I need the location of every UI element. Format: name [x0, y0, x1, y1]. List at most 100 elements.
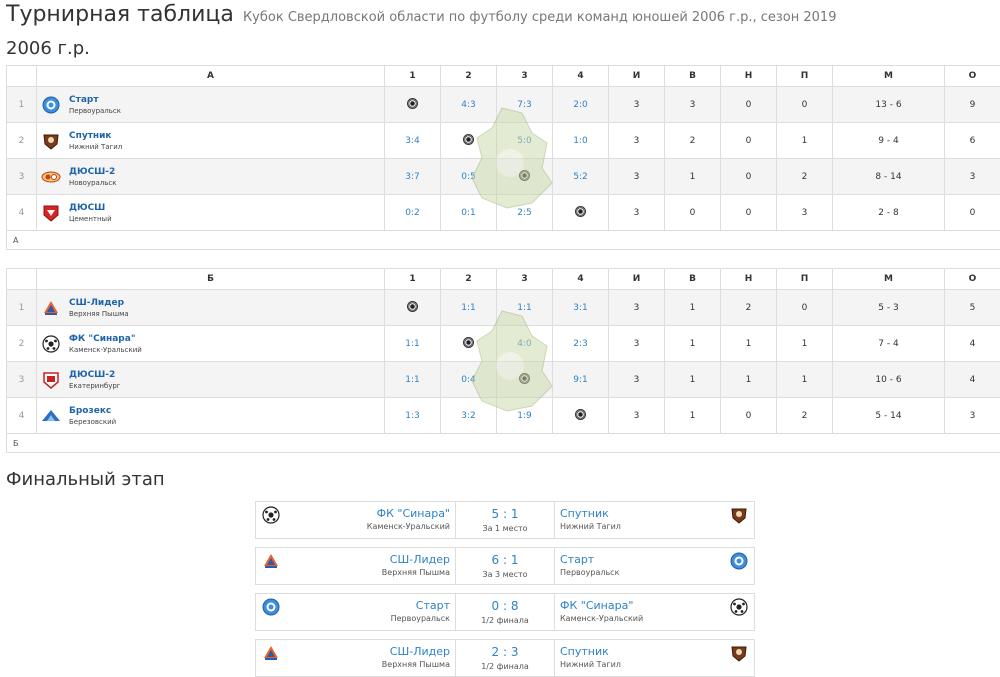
match-result-link[interactable]: 3:2 [441, 398, 497, 434]
home-team-link[interactable]: Старт [416, 599, 450, 612]
match-result-link[interactable]: 0:1 [441, 195, 497, 231]
match-result-link[interactable]: 3:1 [553, 290, 609, 326]
match-result-link[interactable]: 1:0 [553, 123, 609, 159]
match-result-link[interactable]: 2:5 [497, 195, 553, 231]
soccer-ball-icon [575, 409, 586, 420]
team-name-link[interactable]: Брозекс [69, 405, 116, 417]
self-match-cell [441, 326, 497, 362]
match-result-link[interactable]: 0:2 [385, 195, 441, 231]
page-title: Турнирная таблица [6, 2, 234, 27]
points: 0 [945, 195, 1000, 231]
games-played: 3 [609, 398, 665, 434]
soccer-ball-icon [575, 206, 586, 217]
match-result-link[interactable]: 0:5 [441, 159, 497, 195]
match-result-link[interactable]: 2:0 [553, 87, 609, 123]
draws: 0 [721, 123, 777, 159]
column-header-8: М [833, 269, 945, 290]
match-score-link[interactable]: 5 : 1 [456, 507, 554, 521]
final-match-row[interactable]: СШ-ЛидерВерхняя Пышма2 : 31/2 финалаСпут… [255, 639, 755, 677]
team-name-link[interactable]: ДЮСШ-2 [69, 369, 120, 381]
home-team-link[interactable]: ФК "Синара" [377, 507, 450, 520]
final-match-row[interactable]: СтартПервоуральск0 : 81/2 финалаФК "Сина… [255, 593, 755, 631]
match-result-link[interactable]: 5:0 [497, 123, 553, 159]
divider [554, 548, 555, 584]
home-team-link[interactable]: СШ-Лидер [390, 645, 450, 658]
away-team-link[interactable]: Спутник [560, 645, 609, 658]
away-team-city: Нижний Тагил [560, 522, 621, 531]
team-cell: СтартПервоуральск [37, 87, 385, 123]
column-header-6: Н [721, 66, 777, 87]
team-cell: ФК "Синара"Каменск-Уральский [37, 326, 385, 362]
match-result-link[interactable]: 0:4 [441, 362, 497, 398]
games-played: 3 [609, 290, 665, 326]
games-played: 3 [609, 195, 665, 231]
away-team-link[interactable]: Старт [560, 553, 594, 566]
final-match-row[interactable]: ФК "Синара"Каменск-Уральский5 : 1За 1 ме… [255, 501, 755, 539]
match-score-link[interactable]: 0 : 8 [456, 599, 554, 613]
column-header-rank [7, 269, 37, 290]
table-row: 1СтартПервоуральск4:37:32:0330013 - 69 [7, 87, 1000, 123]
dyussh2-ekb-logo-icon [41, 370, 61, 390]
table-row: 3ДЮСШ-2Новоуральск3:70:55:231028 - 143 [7, 159, 1000, 195]
match-result-link[interactable]: 3:4 [385, 123, 441, 159]
match-result-link[interactable]: 1:1 [385, 326, 441, 362]
divider [455, 594, 456, 630]
match-result-link[interactable]: 1:9 [497, 398, 553, 434]
team-city: Первоуральск [69, 106, 121, 116]
start-logo-icon [41, 95, 61, 115]
goals: 2 - 8 [833, 195, 945, 231]
match-result-link[interactable]: 5:2 [553, 159, 609, 195]
match-result-link[interactable]: 3:7 [385, 159, 441, 195]
match-result-link[interactable]: 1:1 [441, 290, 497, 326]
goals: 7 - 4 [833, 326, 945, 362]
losses: 3 [777, 195, 833, 231]
match-result-link[interactable]: 1:1 [497, 290, 553, 326]
team-name-link[interactable]: Спутник [69, 130, 122, 142]
losses: 2 [777, 398, 833, 434]
team-city: Цементный [69, 214, 112, 224]
losses: 1 [777, 123, 833, 159]
match-score-link[interactable]: 6 : 1 [456, 553, 554, 567]
away-team-link[interactable]: Спутник [560, 507, 609, 520]
sinara-logo-icon [41, 334, 61, 354]
column-header-rank [7, 66, 37, 87]
match-result-link[interactable]: 1:3 [385, 398, 441, 434]
match-result-link[interactable]: 1:1 [385, 362, 441, 398]
column-header-4: И [609, 269, 665, 290]
away-team-city: Первоуральск [560, 568, 619, 577]
match-result-link[interactable]: 4:0 [497, 326, 553, 362]
column-header-4: И [609, 66, 665, 87]
self-match-cell [441, 123, 497, 159]
dyussh2-novouralsk-logo-icon [41, 167, 61, 187]
games-played: 3 [609, 123, 665, 159]
away-team-link[interactable]: ФК "Синара" [560, 599, 633, 612]
sputnik-logo-icon [730, 506, 748, 524]
team-name-link[interactable]: ДЮСШ [69, 202, 112, 214]
match-score-link[interactable]: 2 : 3 [456, 645, 554, 659]
final-match-row[interactable]: СШ-ЛидерВерхняя Пышма6 : 1За 3 местоСтар… [255, 547, 755, 585]
match-result-link[interactable]: 9:1 [553, 362, 609, 398]
divider [554, 594, 555, 630]
draws: 0 [721, 195, 777, 231]
wins: 0 [665, 195, 721, 231]
team-name-link[interactable]: ФК "Синара" [69, 333, 142, 345]
sputnik-logo-icon [41, 131, 61, 151]
team-name-link[interactable]: ДЮСШ-2 [69, 166, 117, 178]
wins: 1 [665, 290, 721, 326]
team-name-link[interactable]: СШ-Лидер [69, 297, 129, 309]
home-team-link[interactable]: СШ-Лидер [390, 553, 450, 566]
draws: 1 [721, 362, 777, 398]
team-cell: СпутникНижний Тагил [37, 123, 385, 159]
match-result-link[interactable]: 2:3 [553, 326, 609, 362]
divider [455, 640, 456, 676]
column-header-3: 4 [553, 269, 609, 290]
ssh-lider-logo-icon [41, 298, 61, 318]
standings-table-group-a: А1234ИВНПМО1СтартПервоуральск4:37:32:033… [6, 65, 1000, 250]
position-number: 3 [7, 159, 37, 195]
match-result-link[interactable]: 7:3 [497, 87, 553, 123]
team-name-link[interactable]: Старт [69, 94, 121, 106]
match-result-link[interactable]: 4:3 [441, 87, 497, 123]
points: 9 [945, 87, 1000, 123]
start-logo-icon [730, 552, 748, 570]
position-number: 1 [7, 87, 37, 123]
